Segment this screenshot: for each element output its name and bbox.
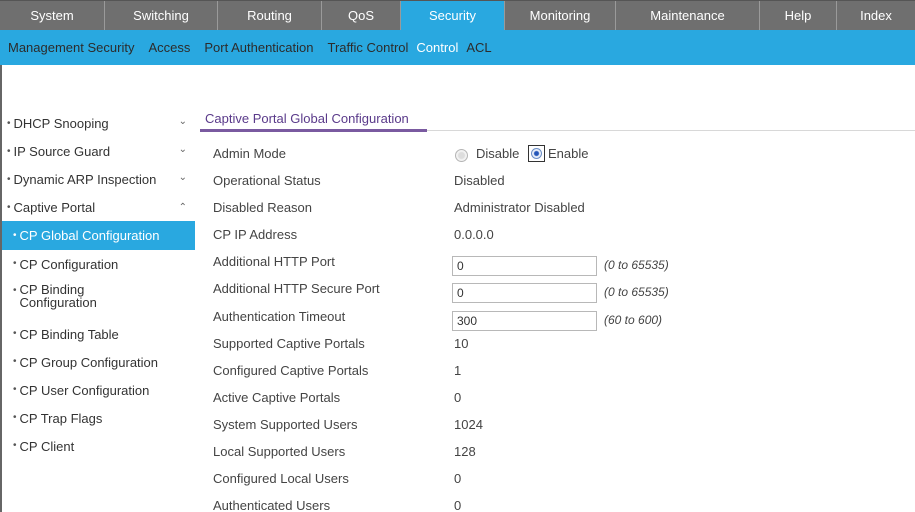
sidebar-item-cp-global-configuration[interactable]: • CP Global Configuration [2,221,195,250]
sidebar-item-dynamic-arp-inspection[interactable]: • Dynamic ARP Inspection ⌄ [2,165,195,193]
chevron-down-icon[interactable]: ⌄ [179,144,187,155]
authenticated-users-value: 0 [454,498,462,512]
tab-system[interactable]: System [0,1,105,30]
tab-qos[interactable]: QoS [322,1,401,30]
additional-http-port-input[interactable]: 0 [452,256,597,276]
sidebar-item-label: CP Binding Configuration [19,282,97,310]
additional-http-secure-port-input[interactable]: 0 [452,283,597,303]
sidebar-item-label: CP Group Configuration [19,354,159,370]
sidebar-item-label: CP Binding Table [19,326,119,342]
bullet-icon: • [13,229,17,241]
bullet-icon: • [13,356,17,367]
subnav-control[interactable]: Control [416,40,458,55]
sidebar-item-cp-binding-configuration[interactable]: • CP Binding Configuration [2,278,195,320]
section-title: Captive Portal Global Configuration [205,111,409,126]
cp-ip-address-value: 0.0.0.0 [454,227,494,242]
tab-maintenance[interactable]: Maintenance [616,1,760,30]
sub-nav: Management Security Access Port Authenti… [0,30,915,65]
sidebar-item-label: Captive Portal [13,199,96,215]
radio-selected-icon [531,148,542,159]
subnav-port-authentication[interactable]: Port Authentication [204,40,313,55]
subnav-management-security[interactable]: Management Security [8,40,134,55]
sidebar-item-cp-client[interactable]: • CP Client [2,432,195,460]
page-body: • DHCP Snooping ⌄ • IP Source Guard ⌄ • … [0,65,915,512]
authentication-timeout-label: Authentication Timeout [213,309,346,324]
subnav-acl[interactable]: ACL [466,40,491,55]
supported-captive-portals-value: 10 [454,336,469,351]
sidebar-item-captive-portal[interactable]: • Captive Portal ⌃ [2,193,195,221]
configured-captive-portals-label: Configured Captive Portals [213,363,369,378]
additional-http-secure-port-hint: (0 to 65535) [604,285,669,299]
sidebar-item-label: CP User Configuration [19,382,150,398]
subnav-access[interactable]: Access [148,40,190,55]
operational-status-label: Operational Status [213,173,321,188]
authentication-timeout-hint: (60 to 600) [604,313,663,327]
local-supported-users-label: Local Supported Users [213,444,346,459]
system-supported-users-label: System Supported Users [213,417,358,432]
sidebar-item-label: IP Source Guard [13,143,111,159]
sidebar-item-cp-group-configuration[interactable]: • CP Group Configuration [2,348,195,376]
disabled-reason-value: Administrator Disabled [454,200,585,215]
additional-http-port-hint: (0 to 65535) [604,258,669,272]
admin-mode-enable-label: Enable [548,146,589,161]
chevron-down-icon[interactable]: ⌄ [179,116,187,127]
bullet-icon: • [13,328,17,339]
sidebar-item-label: CP Global Configuration [19,228,160,243]
sidebar-item-cp-trap-flags[interactable]: • CP Trap Flags [2,404,195,432]
operational-status-value: Disabled [454,173,505,188]
sidebar: • DHCP Snooping ⌄ • IP Source Guard ⌄ • … [2,109,195,460]
admin-mode-disable-radio[interactable] [455,149,468,162]
authenticated-users-label: Authenticated Users [213,498,331,512]
bullet-icon: • [13,258,17,269]
active-captive-portals-label: Active Captive Portals [213,390,341,405]
tab-index[interactable]: Index [837,1,915,30]
chevron-up-icon[interactable]: ⌃ [179,202,187,213]
tab-security[interactable]: Security [401,1,505,30]
configured-captive-portals-value: 1 [454,363,462,378]
admin-mode-disable-label: Disable [476,146,520,161]
supported-captive-portals-label: Supported Captive Portals [213,336,365,351]
configured-local-users-label: Configured Local Users [213,471,349,486]
bullet-icon: • [13,384,17,395]
system-supported-users-value: 1024 [454,417,483,432]
top-nav: System Switching Routing QoS Security Mo… [0,0,915,30]
bullet-icon: • [13,412,17,423]
section-divider [427,130,915,131]
tab-switching[interactable]: Switching [105,1,218,30]
tab-monitoring[interactable]: Monitoring [505,1,616,30]
sidebar-item-label: CP Client [19,438,75,454]
sidebar-item-ip-source-guard[interactable]: • IP Source Guard ⌄ [2,137,195,165]
sidebar-item-cp-binding-table[interactable]: • CP Binding Table [2,320,195,348]
sidebar-item-label: CP Configuration [19,256,119,272]
bullet-icon: • [13,440,17,451]
authentication-timeout-input[interactable]: 300 [452,311,597,331]
cp-ip-address-label: CP IP Address [213,227,298,242]
sidebar-item-dhcp-snooping[interactable]: • DHCP Snooping ⌄ [2,109,195,137]
disabled-reason-label: Disabled Reason [213,200,313,215]
configured-local-users-value: 0 [454,471,462,486]
bullet-icon: • [7,201,11,213]
bullet-icon: • [7,173,11,185]
local-supported-users-value: 128 [454,444,476,459]
sidebar-item-label: Dynamic ARP Inspection [13,171,157,187]
subnav-traffic-control[interactable]: Traffic Control [328,40,409,55]
admin-mode-enable-radio[interactable] [528,145,545,162]
admin-mode-label: Admin Mode [213,146,286,161]
bullet-icon: • [7,145,11,157]
sidebar-item-label: DHCP Snooping [13,115,109,131]
tab-routing[interactable]: Routing [218,1,322,30]
bullet-icon: • [7,117,11,129]
additional-http-secure-port-label: Additional HTTP Secure Port [213,281,380,296]
section-title-underline [200,129,427,132]
sidebar-item-cp-configuration[interactable]: • CP Configuration [2,250,195,278]
active-captive-portals-value: 0 [454,390,462,405]
tab-help[interactable]: Help [760,1,837,30]
sidebar-item-label: CP Trap Flags [19,410,103,426]
sidebar-item-cp-user-configuration[interactable]: • CP User Configuration [2,376,195,404]
bullet-icon: • [13,285,17,296]
chevron-down-icon[interactable]: ⌄ [179,172,187,183]
additional-http-port-label: Additional HTTP Port [213,254,335,269]
